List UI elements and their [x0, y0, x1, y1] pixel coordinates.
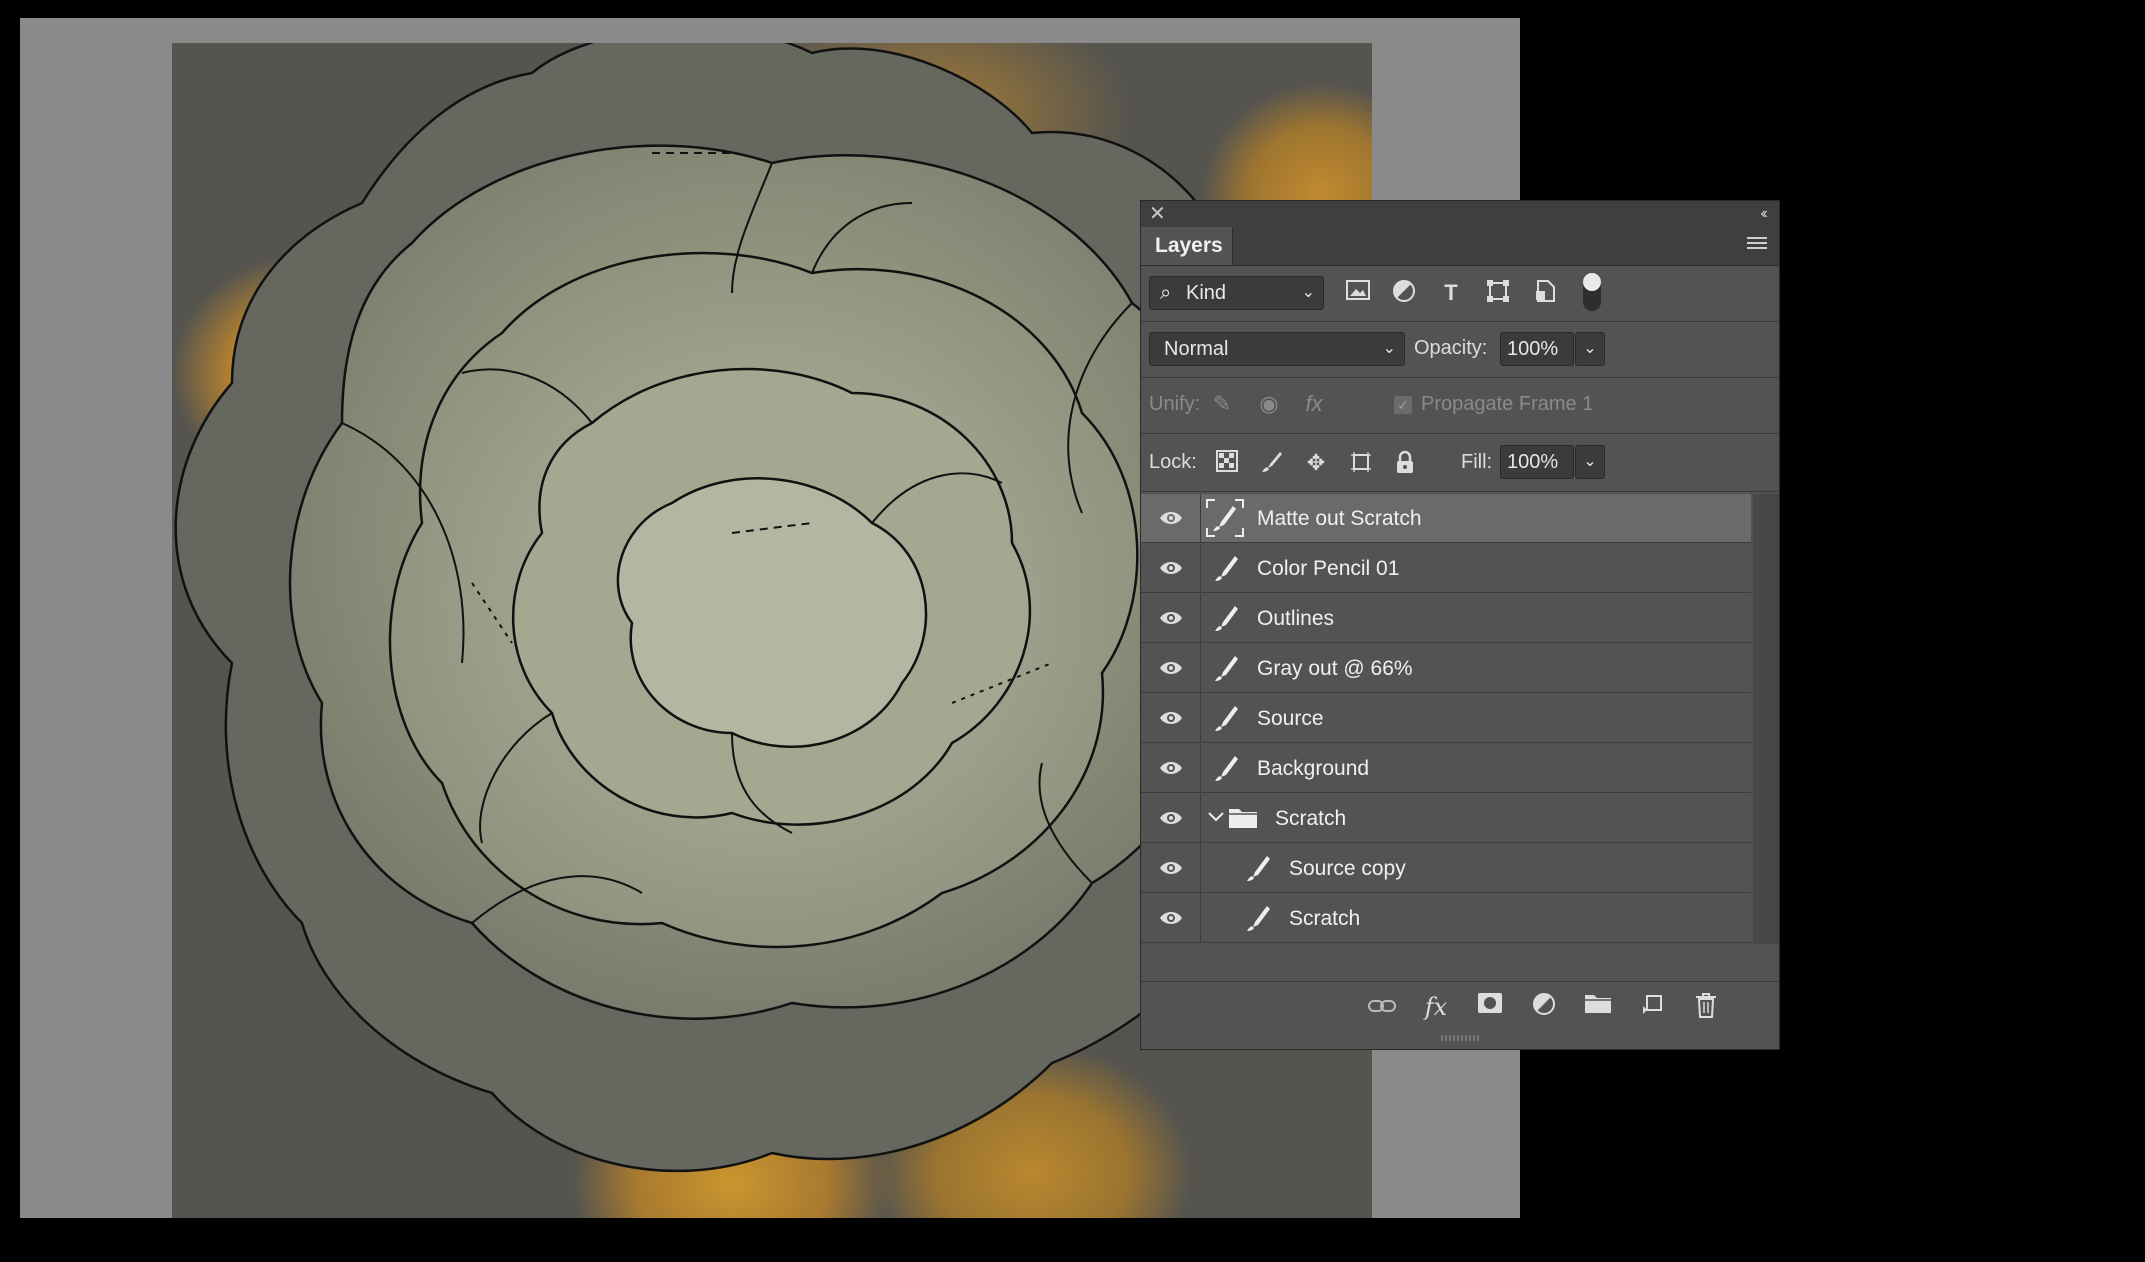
- brush-icon: [1211, 554, 1239, 582]
- layer-row[interactable]: Source: [1141, 694, 1751, 743]
- fill-label: Fill:: [1461, 451, 1493, 473]
- unify-style-icon[interactable]: fx: [1301, 391, 1327, 417]
- smart-object-filter-icon[interactable]: [1531, 279, 1559, 307]
- layer-mask-icon[interactable]: [1475, 992, 1505, 1022]
- brush-icon: [1211, 754, 1239, 782]
- lock-position-icon[interactable]: ✥: [1303, 450, 1329, 476]
- propagate-label: Propagate Frame 1: [1421, 393, 1594, 415]
- layer-list-scrollbar[interactable]: [1753, 494, 1779, 944]
- layer-group-row[interactable]: Scratch: [1141, 794, 1751, 843]
- brush-icon: [1211, 604, 1239, 632]
- layer-row[interactable]: Scratch: [1141, 894, 1751, 943]
- hamburger-icon[interactable]: [1747, 237, 1767, 252]
- new-group-icon[interactable]: [1583, 992, 1613, 1022]
- unify-row: Unify: ✎ ◉ fx ✓ Propagate Frame 1: [1141, 377, 1779, 434]
- unify-label: Unify:: [1149, 393, 1201, 415]
- layer-name: Matte out Scratch: [1257, 507, 1422, 530]
- eye-icon: [1160, 512, 1182, 524]
- collapse-icon[interactable]: ‹‹: [1760, 201, 1767, 227]
- layer-name: Scratch: [1275, 807, 1347, 830]
- opacity-dropdown[interactable]: ⌄: [1575, 332, 1605, 366]
- visibility-toggle[interactable]: [1141, 644, 1201, 693]
- panel-tab-row: Layers: [1141, 227, 1779, 266]
- brush-icon: [1243, 904, 1271, 932]
- visibility-toggle[interactable]: [1141, 594, 1201, 643]
- chevron-down-icon: ⌄: [1301, 284, 1315, 301]
- filter-row: ⌕ Kind ⌄ T: [1141, 265, 1779, 322]
- unify-position-icon[interactable]: ✎: [1209, 391, 1235, 417]
- blend-row: Normal ⌄ Opacity: 100% ⌄: [1141, 321, 1779, 378]
- type-filter-icon[interactable]: T: [1437, 279, 1465, 307]
- layer-name: Source copy: [1289, 857, 1406, 880]
- visibility-toggle[interactable]: [1141, 494, 1201, 543]
- visibility-toggle[interactable]: [1141, 794, 1201, 843]
- layer-row[interactable]: Color Pencil 01: [1141, 544, 1751, 593]
- tab-layers[interactable]: Layers: [1141, 227, 1233, 265]
- lock-label: Lock:: [1149, 451, 1197, 473]
- visibility-toggle[interactable]: [1141, 744, 1201, 793]
- blend-mode-value: Normal: [1164, 338, 1229, 360]
- eye-icon: [1160, 712, 1182, 724]
- eye-icon: [1160, 912, 1182, 924]
- layer-name: Background: [1257, 757, 1370, 780]
- adjustment-filter-icon[interactable]: [1390, 279, 1418, 307]
- brush-icon: [1211, 654, 1239, 682]
- visibility-toggle[interactable]: [1141, 544, 1201, 593]
- layer-thumbnail-icon: [1205, 498, 1245, 538]
- layer-row[interactable]: Gray out @ 66%: [1141, 644, 1751, 693]
- blend-mode-select[interactable]: Normal ⌄: [1149, 332, 1405, 366]
- image-filter-icon[interactable]: [1344, 279, 1372, 307]
- opacity-input[interactable]: 100%: [1500, 332, 1574, 366]
- lock-artboard-icon[interactable]: [1348, 450, 1374, 476]
- layer-name: Source: [1257, 707, 1324, 730]
- eye-icon: [1160, 662, 1182, 674]
- filter-toggle[interactable]: [1583, 273, 1601, 311]
- brush-icon: [1211, 704, 1239, 732]
- layer-row[interactable]: Matte out Scratch: [1141, 494, 1751, 543]
- eye-icon: [1160, 562, 1182, 574]
- chevron-down-icon[interactable]: [1207, 807, 1225, 825]
- layers-panel: ✕ ‹‹ Layers ⌕ Kind ⌄ T Normal ⌄ Opacity:…: [1140, 200, 1780, 1050]
- search-icon: ⌕: [1160, 282, 1172, 304]
- fill-dropdown[interactable]: ⌄: [1575, 445, 1605, 479]
- layer-name: Outlines: [1257, 607, 1335, 630]
- lock-pixels-icon[interactable]: [1259, 450, 1285, 476]
- lock-transparent-icon[interactable]: [1214, 450, 1240, 476]
- panel-titlebar[interactable]: ✕ ‹‹: [1141, 201, 1779, 227]
- visibility-toggle[interactable]: [1141, 844, 1201, 893]
- fill-input[interactable]: 100%: [1500, 445, 1574, 479]
- link-layers-icon[interactable]: [1367, 992, 1397, 1022]
- resize-grip[interactable]: [1441, 1035, 1481, 1041]
- unify-visibility-icon[interactable]: ◉: [1256, 391, 1282, 417]
- kind-filter-select[interactable]: ⌕ Kind ⌄: [1149, 276, 1324, 310]
- layer-list: Matte out Scratch Color Pencil 01 Outlin…: [1141, 494, 1751, 944]
- brush-icon: [1243, 854, 1271, 882]
- visibility-toggle[interactable]: [1141, 894, 1201, 943]
- new-layer-icon[interactable]: [1637, 992, 1667, 1022]
- layer-name: Color Pencil 01: [1257, 557, 1400, 580]
- lock-all-icon[interactable]: [1392, 450, 1418, 476]
- layer-row[interactable]: Outlines: [1141, 594, 1751, 643]
- layer-name: Gray out @ 66%: [1257, 657, 1413, 680]
- propagate-checkbox[interactable]: ✓: [1394, 396, 1412, 414]
- kind-filter-label: Kind: [1186, 282, 1227, 304]
- visibility-toggle[interactable]: [1141, 694, 1201, 743]
- adjustment-layer-icon[interactable]: [1529, 992, 1559, 1022]
- chevron-down-icon: ⌄: [1382, 340, 1396, 357]
- layers-bottom-toolbar: fx: [1141, 981, 1779, 1032]
- close-icon[interactable]: ✕: [1149, 201, 1166, 227]
- delete-layer-icon[interactable]: [1691, 992, 1721, 1022]
- layer-row[interactable]: Source copy: [1141, 844, 1751, 893]
- eye-icon: [1160, 812, 1182, 824]
- layer-name: Scratch: [1289, 907, 1361, 930]
- eye-icon: [1160, 862, 1182, 874]
- lock-row: Lock: ✥ Fill: 100% ⌄: [1141, 433, 1779, 492]
- shape-filter-icon[interactable]: [1484, 279, 1512, 307]
- eye-icon: [1160, 612, 1182, 624]
- folder-icon: [1228, 805, 1260, 833]
- layer-row[interactable]: Background: [1141, 744, 1751, 793]
- fx-icon[interactable]: fx: [1421, 992, 1451, 1022]
- opacity-label: Opacity:: [1414, 337, 1488, 359]
- eye-icon: [1160, 762, 1182, 774]
